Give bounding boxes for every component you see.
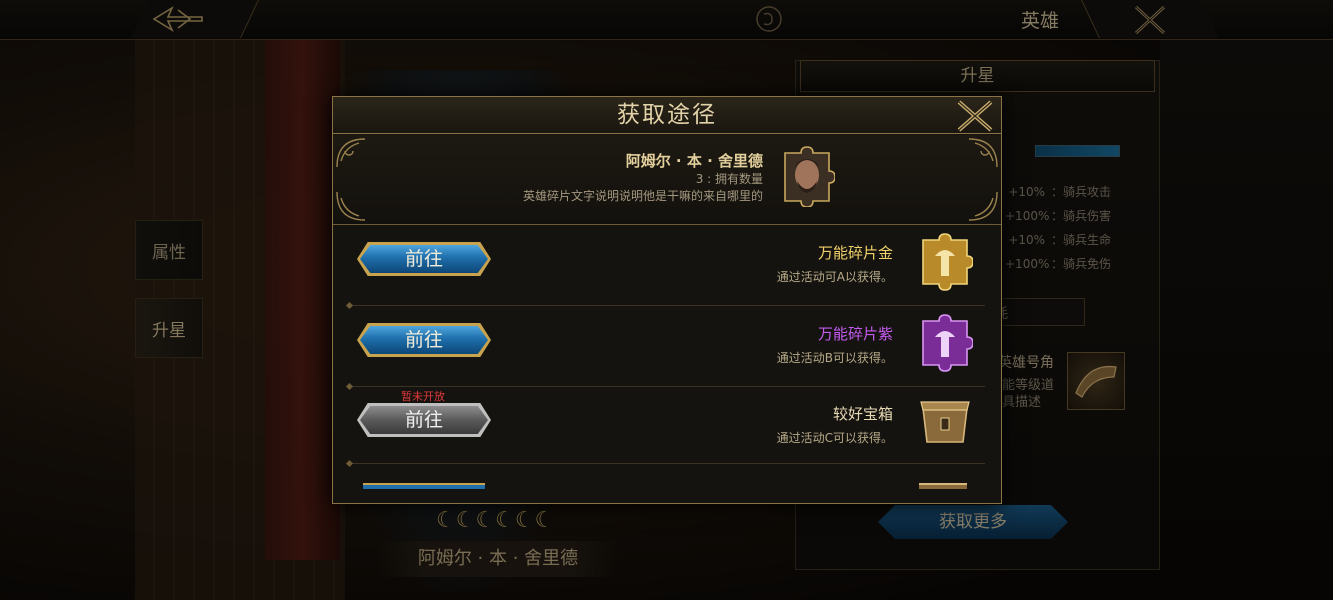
item-description: 通过活动B可以获得。: [776, 351, 893, 365]
hero-info-section: 阿姆尔 · 本 · 舍里德 3 : 拥有数量 英雄碎片文字说明说明他是干嘛的来自…: [333, 135, 1001, 225]
go-button-label[interactable]: 前往: [360, 245, 488, 273]
corner-ornament-icon: [968, 191, 998, 221]
go-button[interactable]: 前往: [357, 242, 491, 276]
not-open-tag: 暂未开放: [401, 390, 445, 403]
source-row-partial: [349, 483, 985, 503]
acquire-source-dialog: 获取途径 阿姆尔 · 本 · 舍里德 3 : 拥有数量 英雄碎片文字说明说明他是…: [332, 96, 1002, 504]
dialog-title: 获取途径: [617, 102, 717, 128]
item-name: 万能碎片金: [817, 244, 893, 262]
divider-dot: [345, 459, 354, 468]
item-description: 通过活动可A以获得。: [776, 270, 893, 284]
hero-fragment-portrait-icon: [784, 146, 835, 207]
item-name: 万能碎片紫: [817, 325, 893, 343]
source-row: 前往 万能碎片金 通过活动可A以获得。: [345, 226, 985, 310]
dialog-title-bar: 获取途径: [333, 97, 1001, 134]
item-description: 通过活动C可以获得。: [776, 431, 893, 445]
gold-puzzle-piece-icon: [922, 233, 973, 291]
item-icon-partial: [919, 483, 967, 489]
go-button-disabled[interactable]: 前往: [357, 403, 491, 437]
source-row: 前往 万能碎片紫 通过活动B可以获得。: [345, 307, 985, 391]
corner-ornament-icon: [968, 138, 998, 168]
source-row: 暂未开放 前往 较好宝箱 通过活动C可以获得。: [345, 384, 985, 468]
hero-name: 阿姆尔 · 本 · 舍里德: [625, 152, 763, 170]
go-button-partial[interactable]: [363, 483, 485, 489]
go-button-label[interactable]: 前往: [360, 406, 488, 434]
close-icon[interactable]: [953, 98, 997, 134]
corner-ornament-icon: [336, 138, 366, 168]
go-button-label[interactable]: 前往: [360, 326, 488, 354]
purple-puzzle-piece-icon: [922, 314, 973, 372]
hero-fragment-description: 英雄碎片文字说明说明他是干嘛的来自哪里的: [522, 189, 763, 203]
owned-count: 3 : 拥有数量: [695, 172, 763, 186]
corner-ornament-icon: [336, 191, 366, 221]
item-name: 较好宝箱: [832, 405, 893, 423]
go-button[interactable]: 前往: [357, 323, 491, 357]
treasure-chest-icon: [920, 401, 970, 443]
